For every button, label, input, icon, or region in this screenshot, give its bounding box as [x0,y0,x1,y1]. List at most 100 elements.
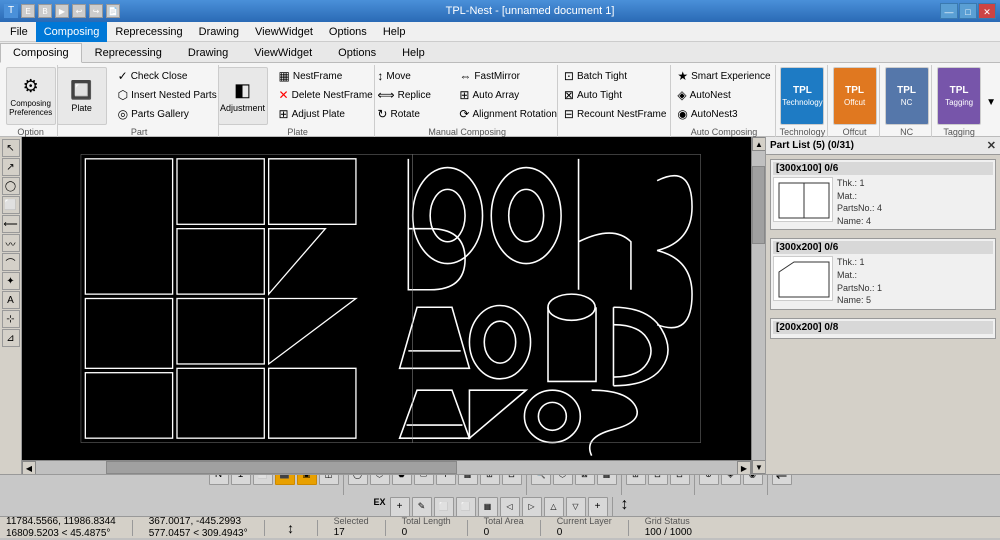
tool-cursor[interactable]: ⇌ [772,474,792,485]
tool-ex5[interactable]: ▦ [478,497,498,517]
delete-nestframe-button[interactable]: ✕ Delete NestFrame [274,86,378,104]
adjust-plate-button[interactable]: ⊞ Adjust Plate [274,105,378,123]
title-icon-doc[interactable]: 📄 [106,4,120,18]
batch-tight-button[interactable]: ⊡ Batch Tight [559,67,672,85]
tool-text2[interactable]: T [436,474,456,485]
tool-zoom1[interactable]: ⊕ [699,474,719,485]
nc-button[interactable]: TPL NC [885,67,929,125]
menu-viewwidget[interactable]: ViewWidget [247,22,321,42]
minimize-button[interactable]: — [940,3,958,19]
move-button[interactable]: ↕ Move [372,67,452,85]
tool-snap1[interactable]: ⬜ [253,474,273,485]
tool-line[interactable]: ⟵ [2,215,20,233]
maximize-button[interactable]: □ [959,3,977,19]
tool-ex6[interactable]: ◁ [500,497,520,517]
app-icon[interactable]: T [4,4,18,18]
autonest3-button[interactable]: ◉ AutoNest3 [672,105,775,123]
alignment-rotation-button[interactable]: ⟳ Alignment Rotation [454,105,562,123]
tool-select2[interactable]: ↗ [2,158,20,176]
insert-nested-parts-button[interactable]: ⬡ Insert Nested Parts [113,86,222,104]
tool-hex2[interactable]: ⬣ [392,474,412,485]
auto-array-button[interactable]: ⊞ Auto Array [454,86,562,104]
tool-1[interactable]: 1 [231,474,251,485]
tool-cross[interactable]: ⊹ [2,310,20,328]
tagging-button[interactable]: TPL Tagging [937,67,981,125]
tool-rect2[interactable]: ▭ [414,474,434,485]
menu-file[interactable]: File [2,22,36,42]
tool-hexagon[interactable]: ⬡ [370,474,390,485]
menu-options[interactable]: Options [321,22,375,42]
menu-reprecessing[interactable]: Reprecessing [107,22,190,42]
tool-view3[interactable]: ⊡ [670,474,690,485]
offcut-button[interactable]: TPL Offcut [833,67,877,125]
tool-layer1[interactable]: ◈ [721,474,741,485]
tab-help[interactable]: Help [389,42,438,62]
menu-help[interactable]: Help [375,22,414,42]
replice-button[interactable]: ⟺ Replice [372,86,452,104]
composing-preferences-button[interactable]: ⚙ ComposingPreferences [6,67,56,125]
smart-experience-button[interactable]: ★ Smart Experience [672,67,775,85]
tool-select[interactable]: ↖ [2,139,20,157]
tool-pen[interactable]: ✎ [412,497,432,517]
tool-snap2[interactable]: ⬛ [275,474,295,485]
adjustment-button[interactable]: ◧ Adjustment [218,67,268,125]
tool-ex8[interactable]: △ [544,497,564,517]
title-icon-redo[interactable]: ↪ [89,4,103,18]
tool-ex4[interactable]: ⬜ [456,497,476,517]
v-scrollbar[interactable]: ▲ ▼ [751,137,765,474]
tool-text[interactable]: A [2,291,20,309]
tool-ex10[interactable]: + [588,497,608,517]
title-icon-undo[interactable]: ↩ [72,4,86,18]
rotate-button[interactable]: ↻ Rotate [372,105,452,123]
v-scroll-thumb[interactable] [752,166,765,243]
tool-ex7[interactable]: ▷ [522,497,542,517]
close-button[interactable]: ✕ [978,3,996,19]
tool-minus[interactable]: ⊟ [502,474,522,485]
recount-nestframe-button[interactable]: ⊟ Recount NestFrame [559,105,672,123]
scroll-right-button[interactable]: ▶ [737,461,751,474]
fastmirror-button[interactable]: ⇔ FastMirror [454,67,562,85]
tool-rect[interactable]: ⬜ [2,196,20,214]
auto-tight-button[interactable]: ⊠ Auto Tight [559,86,672,104]
tool-n[interactable]: N [209,474,229,485]
tab-options[interactable]: Options [325,42,389,62]
title-icon-b[interactable]: B [38,4,52,18]
tool-grid2[interactable]: ▦ [597,474,617,485]
tab-viewwidget[interactable]: ViewWidget [241,42,325,62]
tool-view1[interactable]: ⊞ [626,474,646,485]
menu-composing[interactable]: Composing [36,22,108,42]
tool-ex3[interactable]: ⬜ [434,497,454,517]
tab-drawing[interactable]: Drawing [175,42,241,62]
tool-hex3[interactable]: ⬡ [553,474,573,485]
parts-gallery-button[interactable]: ◎ Parts Gallery [113,105,222,123]
tool-arc[interactable]: ⌒ [2,253,20,271]
title-icon-run[interactable]: ▶ [55,4,69,18]
tool-layer2[interactable]: ◉ [743,474,763,485]
tool-triangle[interactable]: ⊿ [2,329,20,347]
autonest-button[interactable]: ◈ AutoNest [672,86,775,104]
plate-button[interactable]: 🔲 Plate [57,67,107,125]
tool-star[interactable]: ✦ [2,272,20,290]
h-scrollbar[interactable]: ◀ ▶ [22,460,751,474]
check-close-button[interactable]: ✓ Check Close [113,67,222,85]
menu-drawing[interactable]: Drawing [191,22,247,42]
tool-grid[interactable]: ▦ [458,474,478,485]
tool-circle[interactable]: ◯ [2,177,20,195]
tool-wave[interactable]: 〰 [2,234,20,252]
tab-reprecessing[interactable]: Reprecessing [82,42,175,62]
nestframe-button[interactable]: ▦ NestFrame [274,67,378,85]
tab-composing[interactable]: Composing [0,43,82,63]
h-scroll-track[interactable] [36,461,737,474]
h-scroll-thumb[interactable] [106,461,457,474]
tool-snap4[interactable]: ◫ [319,474,339,485]
tool-ex9[interactable]: ▽ [566,497,586,517]
tool-ex-plus[interactable]: + [390,497,410,517]
tool-search[interactable]: 🔍 [531,474,551,485]
tool-circle2[interactable]: ◯ [348,474,368,485]
ribbon-scroll-right[interactable]: ▼ [986,65,996,139]
technology-button[interactable]: TPL Technology [780,67,824,125]
tool-view2[interactable]: ⊟ [648,474,668,485]
part-list-close-button[interactable]: ✕ [987,139,996,152]
title-icon-e[interactable]: E [21,4,35,18]
scroll-up-button[interactable]: ▲ [752,137,766,151]
